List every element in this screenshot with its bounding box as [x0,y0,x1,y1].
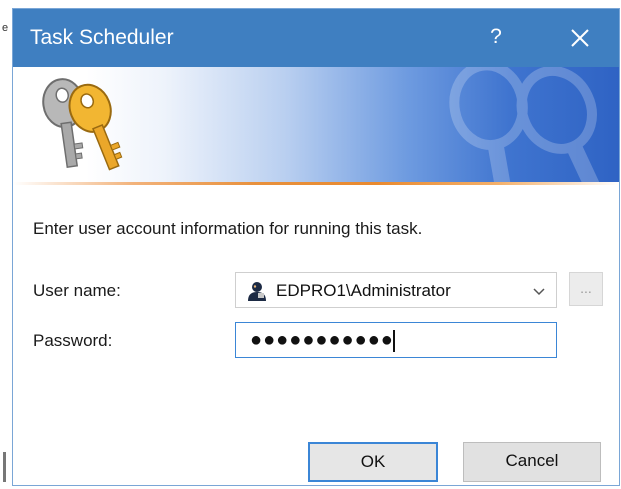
keys-icon [42,78,123,171]
help-button[interactable]: ? [483,23,509,51]
banner-divider [13,182,619,185]
password-field[interactable]: ●●●●●●●●●●● [235,322,557,358]
background-text-fragment: e [2,22,9,34]
background-scroll-mark [3,452,6,482]
keys-watermark-icon [449,67,609,185]
chevron-down-icon[interactable] [532,284,546,298]
user-name-label: User name: [33,281,121,300]
ok-button[interactable]: OK [308,442,438,482]
title-bar: Task Scheduler ? [13,9,619,67]
task-scheduler-dialog: Task Scheduler ? Enter user account info… [12,8,620,486]
user-icon [248,282,266,301]
background-window-edge: e [0,0,10,489]
header-banner [13,67,619,185]
password-label: Password: [33,331,113,350]
user-name-value: EDPRO1\Administrator [276,281,451,300]
password-masked-value: ●●●●●●●●●●● [250,329,394,351]
screen: e Task Scheduler ? Enter user account in… [0,0,621,489]
cancel-button[interactable]: Cancel [463,442,601,482]
user-name-combobox[interactable]: EDPRO1\Administrator [235,272,557,308]
browse-user-button[interactable]: ... [569,272,603,306]
close-button[interactable] [565,23,595,53]
instruction-text: Enter user account information for runni… [33,219,423,238]
text-caret [393,330,395,352]
window-title: Task Scheduler [30,26,174,49]
close-icon [571,29,589,47]
